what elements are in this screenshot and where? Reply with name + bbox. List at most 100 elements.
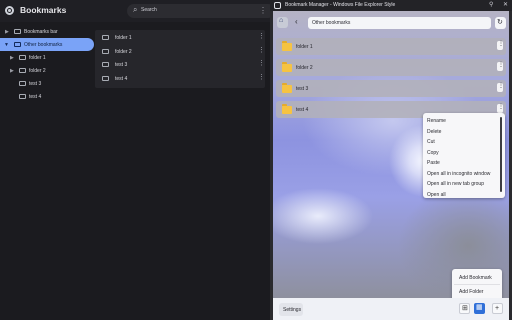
popup-titlebar: Bookmark Manager - Windows File Explorer…: [270, 0, 512, 11]
folder-icon: [102, 75, 109, 81]
folder-icon: [19, 55, 26, 60]
page-menu-icon[interactable]: ⋮: [259, 7, 267, 15]
folder-icon: [14, 42, 21, 47]
menu-item-copy[interactable]: Copy: [427, 150, 439, 156]
add-menu: Add Bookmark Add Folder: [452, 269, 502, 301]
list-view-button[interactable]: ▦: [474, 303, 485, 314]
menu-item-delete[interactable]: Delete: [427, 129, 441, 135]
search-input[interactable]: ⌕ Search: [127, 4, 275, 18]
list-item[interactable]: test 3 ⋮: [95, 58, 265, 72]
tree-item-test-3[interactable]: test 3: [0, 77, 94, 90]
list-item[interactable]: test 4 ⋮: [95, 72, 265, 86]
expand-arrow-icon[interactable]: ▶: [5, 29, 9, 35]
path-bar: ⌂ ‹ Other bookmarks ↻: [276, 16, 506, 32]
menu-item-cut[interactable]: Cut: [427, 139, 435, 145]
back-arrow-icon: ‹: [295, 17, 298, 26]
expand-arrow-icon[interactable]: ▶: [10, 55, 14, 61]
list-item-label: folder 1: [115, 35, 132, 41]
add-button[interactable]: +: [492, 303, 503, 314]
tree-item-test-4[interactable]: test 4: [0, 90, 94, 103]
folder-icon: [102, 35, 109, 40]
chrome-logo-icon: [5, 6, 14, 15]
menu-divider: [454, 284, 500, 285]
breadcrumb[interactable]: Other bookmarks: [308, 17, 491, 29]
tree-item-folder-1[interactable]: ▶ folder 1: [0, 51, 94, 64]
row-menu-button[interactable]: ⋮: [497, 41, 504, 50]
list-item-label: test 3: [115, 62, 128, 68]
collapse-arrow-icon[interactable]: ▼: [4, 42, 9, 48]
tree-item-label: test 3: [29, 81, 42, 87]
tree-item-other-bookmarks[interactable]: ▼ Other bookmarks: [0, 38, 94, 51]
menu-scrollbar[interactable]: [500, 117, 502, 192]
tree-item-bookmarks-bar[interactable]: ▶ Bookmarks bar: [0, 25, 94, 38]
list-icon: ▦: [476, 304, 483, 311]
menu-item-open-tab-group[interactable]: Open all in new tab group: [427, 181, 484, 187]
folder-icon: [102, 62, 109, 67]
tree-item-label: folder 2: [29, 68, 46, 74]
home-button[interactable]: ⌂: [277, 17, 288, 28]
more-icon: ⋮: [498, 62, 504, 68]
bottom-bar: Settings ⊞ ▦ +: [273, 298, 509, 320]
list-item[interactable]: folder 2 ⋮: [95, 45, 265, 59]
pin-icon[interactable]: ⚲: [489, 1, 493, 8]
folder-icon: [282, 62, 292, 72]
folder-icon: [102, 48, 109, 54]
more-icon[interactable]: ⋮: [258, 74, 265, 82]
grid-view-button[interactable]: ⊞: [459, 303, 470, 314]
refresh-button[interactable]: ↻: [495, 17, 506, 29]
row-menu-button[interactable]: ⋮: [497, 83, 504, 92]
folder-icon: [282, 104, 292, 114]
folder-icon: [14, 29, 21, 34]
folder-icon: [282, 83, 292, 93]
bookmarks-manager-page: Bookmarks ▶ Bookmarks bar ▼ Other bookma…: [0, 0, 270, 320]
page-title: Bookmarks: [20, 5, 67, 15]
plus-icon: +: [495, 305, 500, 312]
more-icon[interactable]: ⋮: [258, 33, 265, 41]
menu-item-open-incognito[interactable]: Open all in incognito window: [427, 171, 490, 177]
tree-item-folder-2[interactable]: ▶ folder 2: [0, 64, 94, 77]
settings-button[interactable]: Settings: [279, 303, 303, 316]
tree-item-label: Bookmarks bar: [24, 29, 58, 35]
list-item-label: folder 2: [115, 48, 132, 55]
menu-item-open-all[interactable]: Open all: [427, 192, 446, 198]
search-placeholder: Search: [141, 7, 157, 13]
list-item-label: test 4: [115, 75, 128, 82]
more-icon: ⋮: [498, 83, 504, 89]
folder-row-label: folder 2: [296, 65, 313, 71]
settings-label: Settings: [283, 307, 302, 313]
more-icon[interactable]: ⋮: [258, 47, 265, 55]
folder-row-label: test 4: [296, 107, 309, 113]
popup-title: Bookmark Manager - Windows File Explorer…: [285, 2, 396, 8]
close-icon[interactable]: ✕: [503, 1, 508, 8]
tree-item-label: Other bookmarks: [24, 42, 63, 48]
extension-icon: [274, 2, 281, 9]
list-item[interactable]: folder 1 ⋮: [95, 31, 265, 45]
grid-icon: ⊞: [462, 305, 468, 312]
more-icon: ⋮: [498, 104, 504, 110]
folder-row[interactable]: test 3 ⋮: [276, 80, 506, 97]
home-icon: ⌂: [279, 17, 284, 24]
folder-row-label: folder 1: [296, 44, 313, 50]
tree-item-label: folder 1: [29, 55, 46, 61]
folder-row[interactable]: folder 2 ⋮: [276, 59, 506, 76]
folder-row-label: test 3: [296, 86, 309, 92]
add-folder-item[interactable]: Add Folder: [459, 289, 483, 295]
row-menu-button[interactable]: ⋮: [497, 62, 504, 71]
expand-arrow-icon[interactable]: ▶: [10, 68, 14, 74]
breadcrumb-text: Other bookmarks: [312, 20, 351, 26]
menu-item-paste[interactable]: Paste: [427, 160, 440, 166]
folder-icon: [19, 94, 26, 99]
more-icon: ⋮: [498, 41, 504, 47]
menu-item-rename[interactable]: Rename: [427, 118, 446, 124]
bookmark-list: folder 1 ⋮ folder 2 ⋮ test 3 ⋮ test 4 ⋮: [95, 30, 265, 88]
refresh-icon: ↻: [497, 19, 503, 26]
folder-icon: [282, 41, 292, 51]
context-menu: Rename Delete Cut Copy Paste Open all in…: [423, 113, 505, 198]
search-icon: ⌕: [133, 5, 138, 14]
more-icon[interactable]: ⋮: [258, 60, 265, 68]
add-bookmark-item[interactable]: Add Bookmark: [459, 275, 492, 281]
tree-item-label: test 4: [29, 94, 42, 100]
back-button[interactable]: ‹: [292, 17, 303, 28]
row-menu-button[interactable]: ⋮: [497, 104, 504, 113]
folder-row[interactable]: folder 1 ⋮: [276, 38, 506, 55]
